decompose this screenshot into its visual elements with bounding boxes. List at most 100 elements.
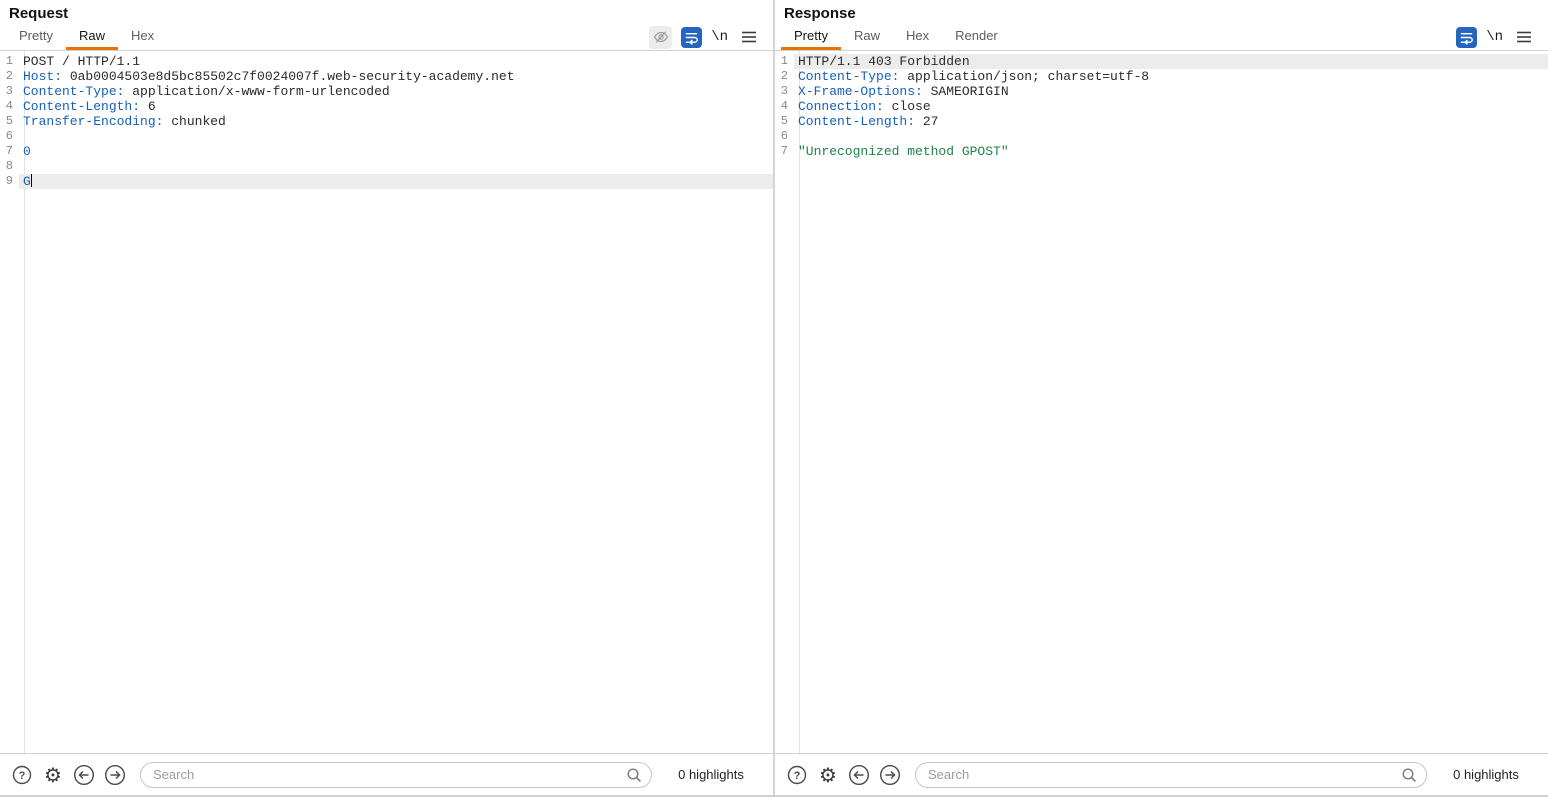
request-title: Request — [9, 5, 69, 22]
prev-match-icon[interactable] — [847, 763, 871, 787]
editor-line[interactable]: 1 POST / HTTP/1.1 — [0, 54, 773, 69]
settings-gear-icon[interactable]: ⚙ — [41, 763, 65, 787]
svg-text:?: ? — [19, 770, 26, 782]
editor-line[interactable]: 2 Host: 0ab0004503e8d5bc85502c7f0024007f.… — [0, 69, 773, 84]
editor-line[interactable]: 6 — [0, 129, 773, 144]
line-number: 4 — [0, 99, 19, 114]
line-content: HTTP/1.1 403 Forbidden — [798, 54, 970, 69]
menu-icon[interactable] — [737, 25, 761, 49]
line-number: 7 — [775, 144, 794, 159]
line-number: 5 — [775, 114, 794, 129]
settings-gear-icon[interactable]: ⚙ — [816, 763, 840, 787]
line-number: 3 — [0, 84, 19, 99]
line-content — [19, 129, 23, 144]
line-content: X-Frame-Options: SAMEORIGIN — [798, 84, 1009, 99]
line-content — [794, 129, 798, 144]
line-number: 5 — [0, 114, 19, 129]
line-number: 1 — [0, 54, 19, 69]
response-search-bar: ? ⚙ 0 highlights — [775, 753, 1548, 795]
line-content: 0 — [23, 144, 31, 159]
tab-raw[interactable]: Raw — [65, 24, 118, 50]
tab-hex[interactable]: Hex — [893, 24, 942, 50]
editor-line[interactable]: 6 — [775, 129, 1548, 144]
editor-line[interactable]: 2 Content-Type: application/json; charset… — [775, 69, 1548, 84]
request-editor[interactable]: 1 POST / HTTP/1.1 2 Host: 0ab0004503e8d5bc8… — [0, 51, 773, 753]
line-content: POST / HTTP/1.1 — [23, 54, 141, 69]
tab-label: Render — [955, 28, 998, 43]
request-editor-lines: 1 POST / HTTP/1.1 2 Host: 0ab0004503e8d5bc8… — [0, 51, 773, 189]
text-caret — [30, 174, 33, 187]
line-content: Content-Length: 6 — [23, 99, 156, 114]
request-panel: Request Pretty Raw Hex \n 1 POST / HTTP/… — [0, 0, 775, 795]
menu-icon[interactable] — [1512, 25, 1536, 49]
line-number: 2 — [775, 69, 794, 84]
highlights-count: 0 highlights — [678, 767, 744, 782]
search-icon[interactable] — [625, 766, 643, 789]
response-editor-lines: 1 HTTP/1.1 403 Forbidden 2 Content-Type: ap… — [775, 51, 1548, 159]
search-input[interactable] — [915, 761, 1427, 788]
line-number: 4 — [775, 99, 794, 114]
tab-render[interactable]: Render — [942, 24, 1011, 50]
editor-line[interactable]: 5 Content-Length: 27 — [775, 114, 1548, 129]
line-number: 6 — [775, 129, 794, 144]
tab-raw[interactable]: Raw — [841, 24, 893, 50]
search-icon[interactable] — [1400, 766, 1418, 789]
tab-label: Pretty — [19, 28, 53, 43]
line-number: 6 — [0, 129, 19, 144]
line-number: 9 — [0, 174, 19, 189]
line-number: 3 — [775, 84, 794, 99]
response-toolbar: \n — [1456, 24, 1542, 50]
editor-line[interactable]: 4 Content-Length: 6 — [0, 99, 773, 114]
editor-line[interactable]: 8 — [0, 159, 773, 174]
word-wrap-icon[interactable] — [1456, 26, 1478, 48]
tab-pretty[interactable]: Pretty — [781, 24, 841, 50]
editor-line[interactable]: 4 Connection: close — [775, 99, 1548, 114]
line-content: Content-Type: application/x-www-form-url… — [23, 84, 390, 99]
line-content: Host: 0ab0004503e8d5bc85502c7f0024007f.w… — [23, 69, 515, 84]
hide-content-eye-icon[interactable] — [649, 25, 673, 49]
line-content — [19, 159, 23, 174]
tab-hex[interactable]: Hex — [118, 24, 167, 50]
response-panel: Response Pretty Raw Hex Render \n 1 HTTP/1.1… — [775, 0, 1548, 795]
line-number: 2 — [0, 69, 19, 84]
request-tabbar: Pretty Raw Hex \n — [0, 24, 773, 50]
request-header: Request Pretty Raw Hex \n — [0, 0, 773, 51]
line-number: 7 — [0, 144, 19, 159]
tab-label: Raw — [853, 28, 880, 43]
word-wrap-icon[interactable] — [681, 26, 703, 48]
tab-label: Hex — [905, 28, 930, 43]
line-number: 8 — [0, 159, 19, 174]
request-search-bar: ? ⚙ 0 highlights — [0, 753, 773, 795]
response-header: Response Pretty Raw Hex Render \n — [775, 0, 1548, 51]
highlights-count: 0 highlights — [1453, 767, 1519, 782]
tab-label: Hex — [130, 28, 155, 43]
editor-line[interactable]: 1 HTTP/1.1 403 Forbidden — [775, 54, 1548, 69]
prev-match-icon[interactable] — [72, 763, 96, 787]
line-content: G — [23, 174, 33, 189]
search-input[interactable] — [140, 761, 652, 788]
next-match-icon[interactable] — [878, 763, 902, 787]
tab-label: Pretty — [794, 28, 828, 43]
editor-line[interactable]: 3 Content-Type: application/x-www-form-ur… — [0, 84, 773, 99]
request-toolbar: \n — [649, 24, 767, 50]
next-match-icon[interactable] — [103, 763, 127, 787]
line-number: 1 — [775, 54, 794, 69]
tab-pretty[interactable]: Pretty — [6, 24, 66, 50]
help-icon[interactable]: ? — [10, 763, 34, 787]
editor-line[interactable]: 3 X-Frame-Options: SAMEORIGIN — [775, 84, 1548, 99]
line-content: Transfer-Encoding: chunked — [23, 114, 226, 129]
response-title: Response — [784, 5, 856, 22]
editor-line[interactable]: 7 "Unrecognized method GPOST" — [775, 144, 1548, 159]
editor-line[interactable]: 9G — [0, 174, 773, 189]
show-newlines-icon[interactable]: \n — [1486, 29, 1503, 45]
response-editor[interactable]: 1 HTTP/1.1 403 Forbidden 2 Content-Type: ap… — [775, 51, 1548, 753]
repeater-view: Request Pretty Raw Hex \n 1 POST / HTTP/… — [0, 0, 1548, 797]
editor-line[interactable]: 5 Transfer-Encoding: chunked — [0, 114, 773, 129]
svg-text:?: ? — [794, 770, 801, 782]
line-content: Content-Type: application/json; charset=… — [798, 69, 1150, 84]
request-tabs: Pretty Raw Hex — [6, 24, 167, 50]
editor-line[interactable]: 70 — [0, 144, 773, 159]
tab-label: Raw — [78, 28, 105, 43]
show-newlines-icon[interactable]: \n — [711, 29, 728, 45]
help-icon[interactable]: ? — [785, 763, 809, 787]
